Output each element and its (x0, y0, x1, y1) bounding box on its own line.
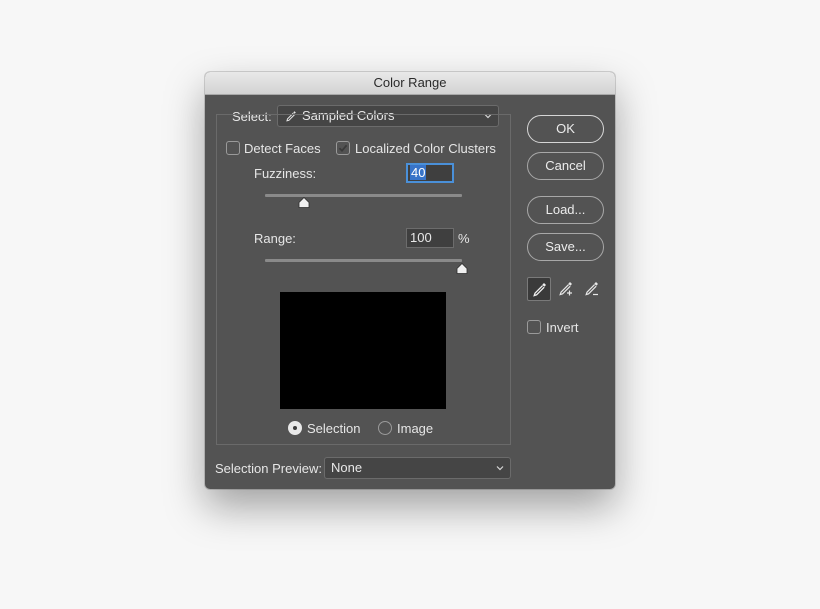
selection-preview-dropdown[interactable]: None (324, 457, 511, 479)
cancel-button[interactable]: Cancel (527, 152, 604, 180)
selection-preview-image (280, 292, 446, 409)
eyedropper-plus-icon (559, 282, 572, 296)
eyedropper-tool[interactable] (527, 277, 551, 301)
selection-preview-label: Selection Preview: (215, 461, 322, 476)
detect-faces-checkbox[interactable] (226, 141, 240, 155)
fuzziness-input[interactable]: 40 (406, 163, 454, 183)
localized-color-clusters-label: Localized Color Clusters (355, 141, 496, 156)
eyedropper-icon (533, 283, 546, 297)
range-slider-track[interactable] (265, 259, 462, 262)
color-range-dialog: Color Range Select: Sampled Colors Detec… (205, 72, 615, 489)
detect-faces-label: Detect Faces (244, 141, 321, 156)
fuzziness-value: 40 (410, 165, 427, 180)
localized-color-clusters-checkbox[interactable] (336, 141, 350, 155)
chevron-down-icon (496, 466, 504, 471)
selection-radio-label: Selection (307, 421, 361, 436)
ok-button[interactable]: OK (527, 115, 604, 143)
image-radio[interactable] (378, 421, 392, 435)
range-label: Range: (254, 231, 296, 246)
selection-radio[interactable] (288, 421, 302, 435)
image-radio-label: Image (397, 421, 434, 436)
range-slider-thumb[interactable] (456, 263, 468, 274)
fuzziness-slider-thumb[interactable] (298, 197, 310, 208)
selection-preview-value: None (331, 460, 363, 475)
invert-checkbox[interactable] (527, 320, 541, 334)
fuzziness-label: Fuzziness: (254, 166, 317, 181)
save-button[interactable]: Save... (527, 233, 604, 261)
range-unit: % (458, 231, 470, 246)
load-button[interactable]: Load... (527, 196, 604, 224)
eyedropper-minus-icon (585, 282, 598, 296)
fuzziness-slider-track[interactable] (265, 194, 462, 197)
add-to-sample-tool[interactable] (554, 277, 578, 301)
subtract-from-sample-tool[interactable] (580, 277, 604, 301)
range-value: 100 (410, 230, 432, 245)
invert-label: Invert (546, 320, 579, 335)
dialog-title: Color Range (205, 72, 615, 95)
checkmark-icon (338, 144, 348, 153)
range-input[interactable]: 100 (406, 228, 454, 248)
